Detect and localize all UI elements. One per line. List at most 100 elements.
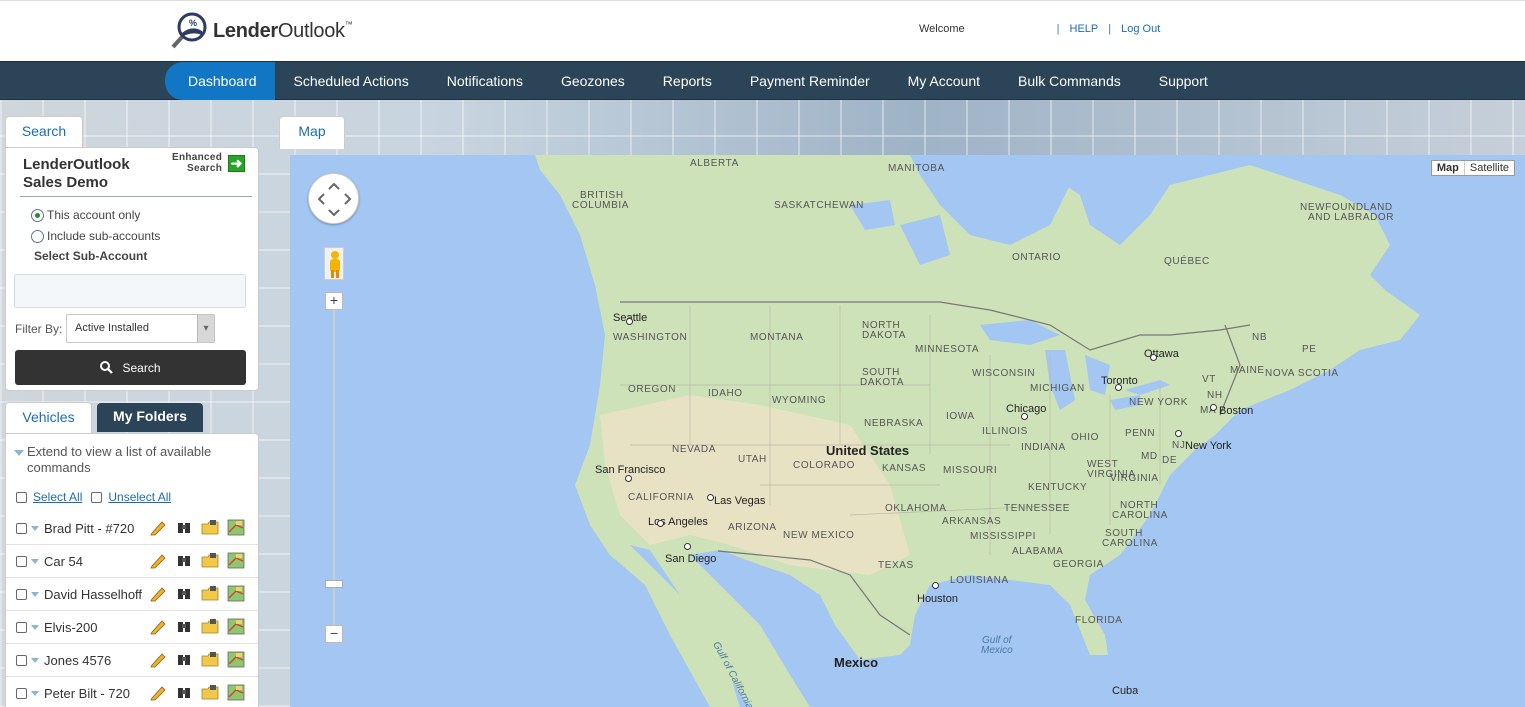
map-type-satellite-button[interactable]: Satellite	[1465, 161, 1514, 175]
radio-this-account[interactable]: This account only	[31, 208, 140, 222]
tab-search[interactable]: Search	[5, 116, 83, 148]
vehicle-row[interactable]: Jones 4576	[6, 644, 258, 677]
vehicle-name[interactable]: David Hasselhoff	[44, 587, 149, 602]
vehicles-panel: Extend to view a list of available comma…	[5, 433, 259, 707]
unselect-all-checkbox[interactable]	[91, 491, 103, 503]
map-label-pe: PE	[1302, 344, 1317, 355]
street-view-pegman-icon[interactable]	[324, 247, 344, 280]
vehicle-name[interactable]: Car 54	[44, 554, 149, 569]
nav-scheduled-actions[interactable]: Scheduled Actions	[275, 62, 428, 100]
folder-lock-icon[interactable]	[201, 684, 219, 701]
map-icon[interactable]	[227, 519, 245, 536]
tab-map[interactable]: Map	[279, 116, 345, 149]
edit-pencil-icon[interactable]	[149, 585, 167, 602]
folder-lock-icon[interactable]	[201, 585, 219, 602]
binoculars-icon[interactable]	[175, 651, 193, 668]
expand-triangle-icon[interactable]	[31, 624, 39, 630]
nav-dashboard[interactable]: Dashboard	[165, 62, 275, 100]
binoculars-icon[interactable]	[175, 684, 193, 701]
radio-checked-icon[interactable]	[31, 208, 44, 222]
select-all-link[interactable]: Select All	[33, 490, 82, 504]
nav-notifications[interactable]: Notifications	[428, 62, 542, 100]
enhanced-search-link[interactable]: Enhanced Search	[172, 152, 222, 174]
chevron-down-icon[interactable]: ▾	[197, 315, 214, 342]
map-label-oregon: OREGON	[628, 384, 677, 395]
vehicle-name[interactable]: Brad Pitt - #720	[44, 521, 149, 536]
radio-unchecked-icon[interactable]	[31, 229, 44, 243]
map-icon[interactable]	[227, 552, 245, 569]
map-label-cuba: Cuba	[1112, 685, 1139, 697]
extend-commands-toggle[interactable]: Extend to view a list of available comma…	[14, 444, 234, 476]
binoculars-icon[interactable]	[175, 519, 193, 536]
lenderoutlook-logo[interactable]: % LenderOutlook™	[170, 11, 353, 51]
nav-bulk-commands[interactable]: Bulk Commands	[999, 62, 1140, 100]
radio-sub-accounts[interactable]: Include sub-accounts	[31, 229, 160, 243]
vehicle-name[interactable]: Peter Bilt - 720	[44, 686, 149, 701]
map-label-new-mexico: NEW MEXICO	[783, 530, 855, 541]
folder-lock-icon[interactable]	[201, 618, 219, 635]
vehicle-checkbox[interactable]	[16, 588, 27, 600]
help-link[interactable]: HELP	[1070, 23, 1099, 35]
edit-pencil-icon[interactable]	[149, 651, 167, 668]
expand-triangle-icon[interactable]	[31, 525, 39, 531]
folder-lock-icon[interactable]	[201, 651, 219, 668]
vehicle-row[interactable]: Brad Pitt - #720	[6, 512, 258, 545]
vehicle-row[interactable]: Peter Bilt - 720	[6, 677, 258, 707]
zoom-in-button[interactable]: +	[325, 292, 343, 310]
vehicle-name[interactable]: Elvis-200	[44, 620, 149, 635]
nav-reports[interactable]: Reports	[644, 62, 731, 100]
filter-select[interactable]: Active Installed ▾	[66, 314, 215, 343]
nav-payment-reminder[interactable]: Payment Reminder	[731, 62, 889, 100]
map-type-control[interactable]: Map Satellite	[1430, 160, 1515, 176]
map-canvas[interactable]: Map Satellite + − ALBERTA MANITOBA BRITISH…	[290, 155, 1525, 707]
binoculars-icon[interactable]	[175, 552, 193, 569]
zoom-out-button[interactable]: −	[325, 625, 343, 643]
map-icon[interactable]	[227, 585, 245, 602]
expand-triangle-icon[interactable]	[31, 690, 39, 696]
map-label-quebec: QUÉBEC	[1164, 256, 1210, 267]
expand-triangle-icon[interactable]	[31, 558, 39, 564]
map-icon[interactable]	[227, 618, 245, 635]
zoom-slider-handle[interactable]	[325, 580, 343, 588]
vehicle-row[interactable]: Elvis-200	[6, 611, 258, 644]
vehicle-checkbox[interactable]	[16, 687, 27, 699]
vehicle-name[interactable]: Jones 4576	[44, 653, 149, 668]
edit-pencil-icon[interactable]	[149, 552, 167, 569]
vehicle-row[interactable]: Car 54	[6, 545, 258, 578]
folder-lock-icon[interactable]	[201, 519, 219, 536]
map-type-map-button[interactable]: Map	[1432, 161, 1465, 175]
pan-control[interactable]	[308, 173, 359, 224]
edit-pencil-icon[interactable]	[149, 684, 167, 701]
tab-vehicles[interactable]: Vehicles	[5, 402, 92, 434]
map-label-ohio: OHIO	[1071, 432, 1099, 443]
sub-account-input[interactable]	[14, 274, 246, 308]
edit-pencil-icon[interactable]	[149, 618, 167, 635]
tab-my-folders[interactable]: My Folders	[97, 403, 203, 432]
select-all-checkbox[interactable]	[16, 491, 27, 503]
map-label-arkansas: ARKANSAS	[942, 516, 1002, 527]
map-label-alabama: ALABAMA	[1012, 546, 1064, 557]
logout-link[interactable]: Log Out	[1121, 23, 1160, 35]
unselect-all-link[interactable]: Unselect All	[108, 490, 171, 504]
map-label-nd2: DAKOTA	[862, 330, 906, 341]
nav-support[interactable]: Support	[1140, 62, 1227, 100]
nav-geozones[interactable]: Geozones	[542, 62, 644, 100]
vehicle-checkbox[interactable]	[16, 654, 27, 666]
expand-triangle-icon[interactable]	[31, 657, 39, 663]
vehicle-checkbox[interactable]	[16, 621, 27, 633]
city-marker-icon	[1150, 354, 1157, 361]
vehicle-row[interactable]: David Hasselhoff	[6, 578, 258, 611]
search-button[interactable]: Search	[15, 350, 246, 385]
map-icon[interactable]	[227, 651, 245, 668]
vehicle-checkbox[interactable]	[16, 522, 27, 534]
expand-triangle-icon[interactable]	[31, 591, 39, 597]
binoculars-icon[interactable]	[175, 585, 193, 602]
map-label-georgia: GEORGIA	[1053, 559, 1104, 570]
arrow-right-icon[interactable]: ➜	[228, 155, 245, 172]
map-icon[interactable]	[227, 684, 245, 701]
folder-lock-icon[interactable]	[201, 552, 219, 569]
vehicle-checkbox[interactable]	[16, 555, 27, 567]
binoculars-icon[interactable]	[175, 618, 193, 635]
edit-pencil-icon[interactable]	[149, 519, 167, 536]
nav-my-account[interactable]: My Account	[889, 62, 999, 100]
